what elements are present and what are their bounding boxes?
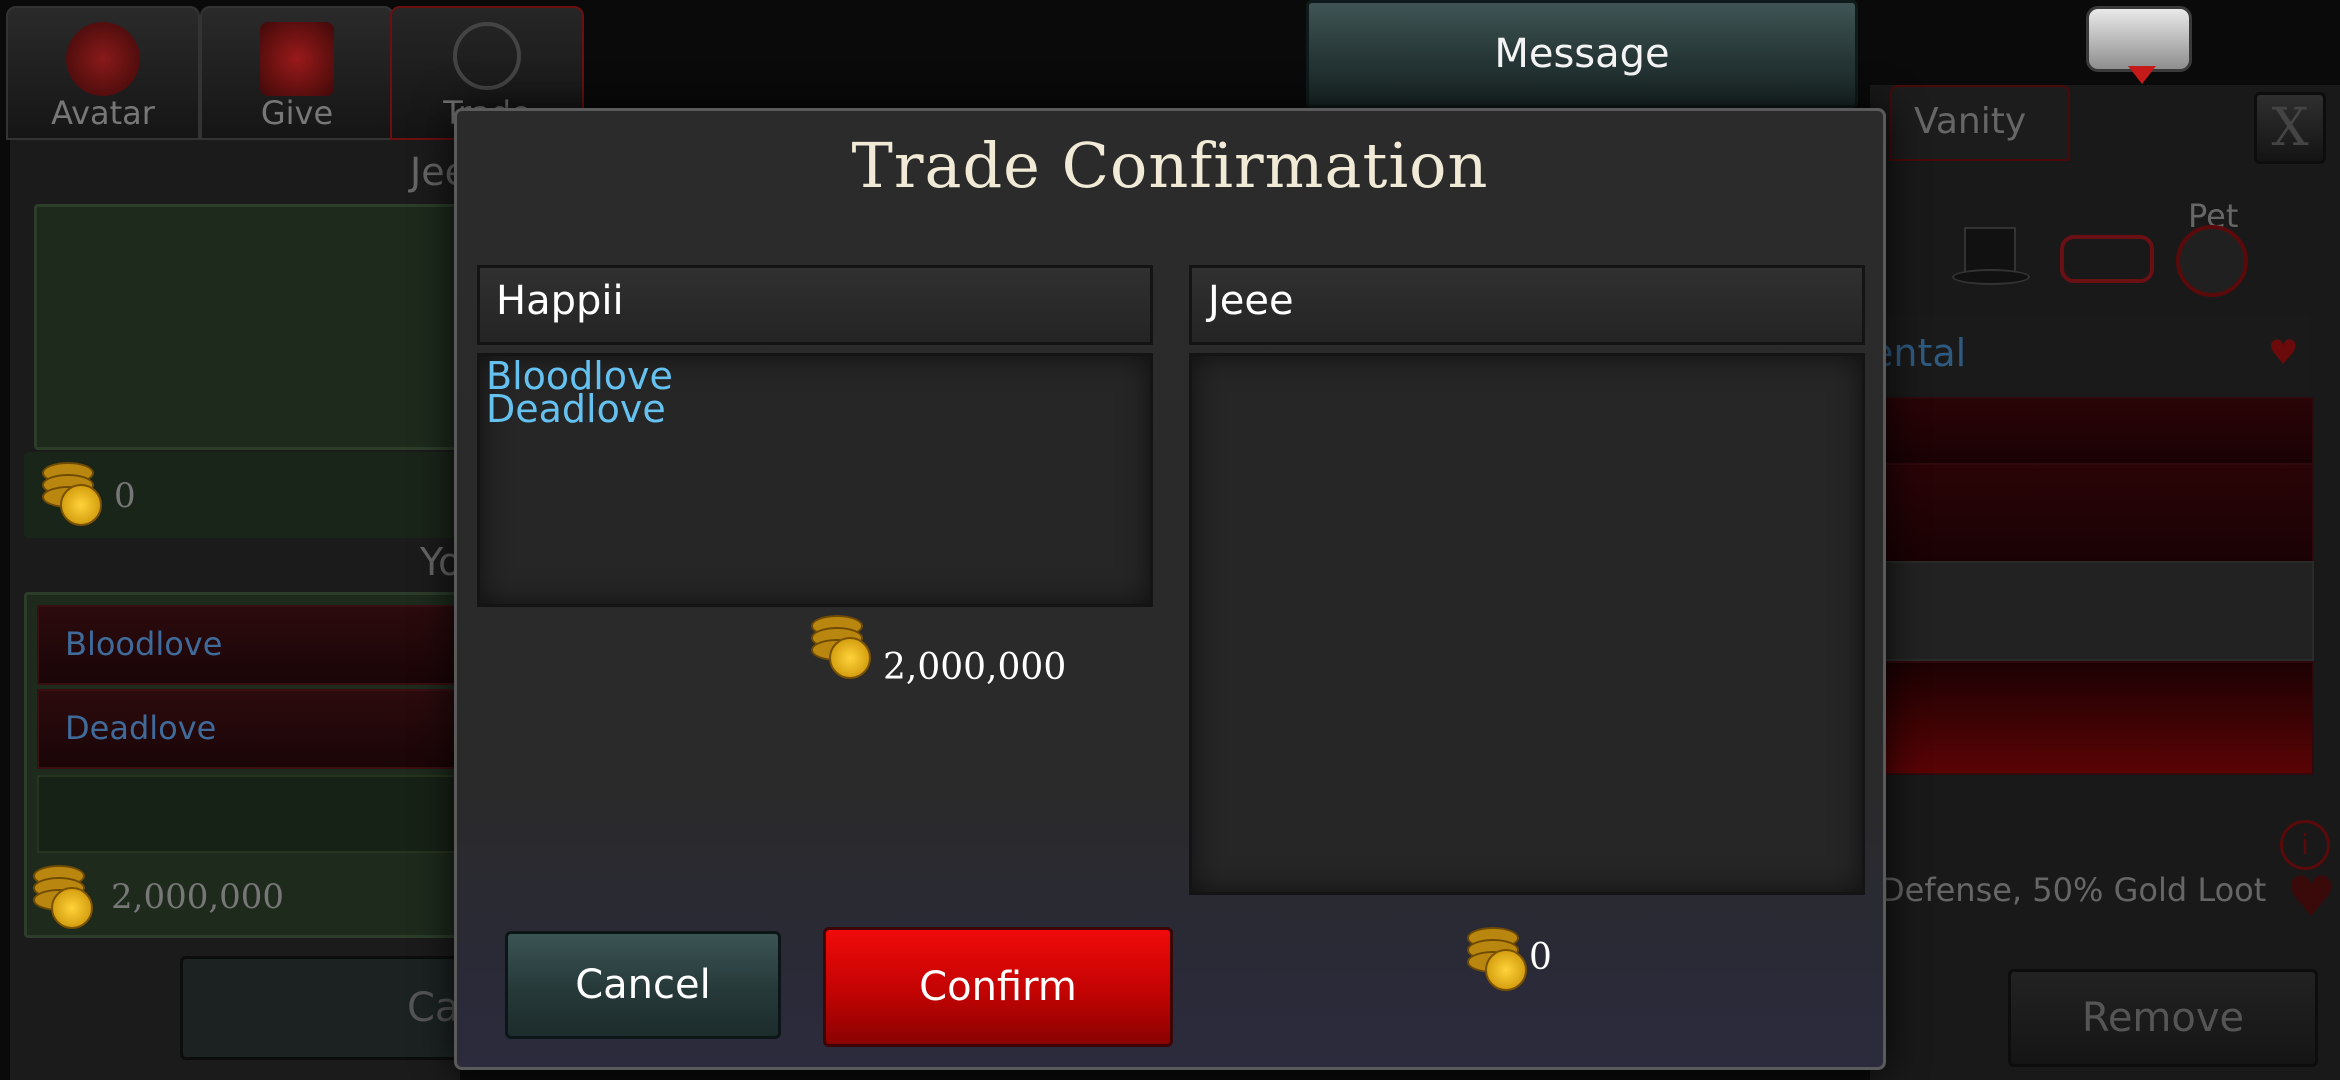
partner-offer-box bbox=[34, 204, 470, 450]
top-hat-icon[interactable] bbox=[1952, 227, 2030, 287]
glasses-icon[interactable] bbox=[2060, 235, 2154, 283]
category-dropdown[interactable]: ental bbox=[1870, 315, 2310, 395]
tab-give[interactable]: Give bbox=[200, 6, 394, 140]
partner-gold-row: 0 bbox=[24, 452, 464, 538]
tab-give-label: Give bbox=[260, 94, 334, 132]
right-items-list bbox=[1189, 353, 1865, 895]
heart-icon: ♥ bbox=[2268, 333, 2299, 373]
my-item-row[interactable]: Deadlove bbox=[37, 689, 467, 769]
item-description: Defense, 50% Gold Loot bbox=[1880, 871, 2267, 909]
bg-cancel-button[interactable]: Car bbox=[180, 956, 480, 1060]
right-gold-amount: 0 bbox=[1529, 937, 1552, 978]
remove-button[interactable]: Remove bbox=[2008, 969, 2318, 1067]
list-row[interactable] bbox=[1870, 463, 2314, 563]
my-item-row[interactable]: Bloodlove bbox=[37, 605, 467, 685]
gold-coins-icon bbox=[811, 615, 871, 679]
scales-icon bbox=[453, 22, 521, 90]
avatar-icon bbox=[66, 22, 140, 96]
gift-icon bbox=[260, 22, 334, 96]
list-row-selected[interactable] bbox=[1870, 661, 2314, 775]
right-player-name: Jeee bbox=[1189, 265, 1865, 345]
chat-notification-icon bbox=[2128, 66, 2156, 84]
cancel-button[interactable]: Cancel bbox=[505, 931, 781, 1039]
gold-coins-icon bbox=[1467, 927, 1527, 991]
tab-vanity[interactable]: Vanity bbox=[1890, 85, 2070, 161]
tab-avatar[interactable]: Avatar bbox=[6, 6, 200, 140]
partner-gold-amount: 0 bbox=[114, 476, 136, 516]
tab-avatar-label: Avatar bbox=[51, 94, 155, 132]
close-button[interactable]: X bbox=[2254, 92, 2326, 164]
chat-icon[interactable] bbox=[2086, 6, 2192, 72]
gold-coins-icon bbox=[42, 462, 102, 526]
info-icon[interactable]: i bbox=[2280, 820, 2330, 870]
vanity-panel: Vanity Pet ental ♥ i Defense, 50% Gold L… bbox=[1870, 85, 2340, 1080]
dialog-title: Trade Confirmation bbox=[851, 129, 1489, 202]
list-row[interactable] bbox=[1870, 397, 2314, 465]
my-offer-box: Bloodlove Deadlove 2,000,000 bbox=[24, 592, 471, 938]
confirm-button[interactable]: Confirm bbox=[823, 927, 1173, 1047]
left-player-name: Happii bbox=[477, 265, 1153, 345]
my-gold-amount: 2,000,000 bbox=[111, 877, 285, 917]
trade-panel: Jee 0 Yo Bloodlove Deadlove 2,000,000 Ca… bbox=[10, 140, 480, 1080]
left-gold-amount: 2,000,000 bbox=[883, 647, 1067, 688]
list-row[interactable] bbox=[1870, 561, 2314, 661]
trade-item: Deadlove bbox=[486, 387, 666, 431]
heart-icon: ♥ bbox=[2286, 865, 2337, 930]
trade-confirmation-dialog: Trade Confirmation Happii Bloodlove Dead… bbox=[454, 108, 1886, 1070]
left-items-list: Bloodlove Deadlove bbox=[477, 353, 1153, 607]
gold-coins-icon bbox=[33, 865, 93, 929]
empty-slot[interactable] bbox=[37, 775, 471, 853]
message-button[interactable]: Message bbox=[1306, 0, 1858, 108]
pet-icon[interactable] bbox=[2176, 225, 2248, 297]
